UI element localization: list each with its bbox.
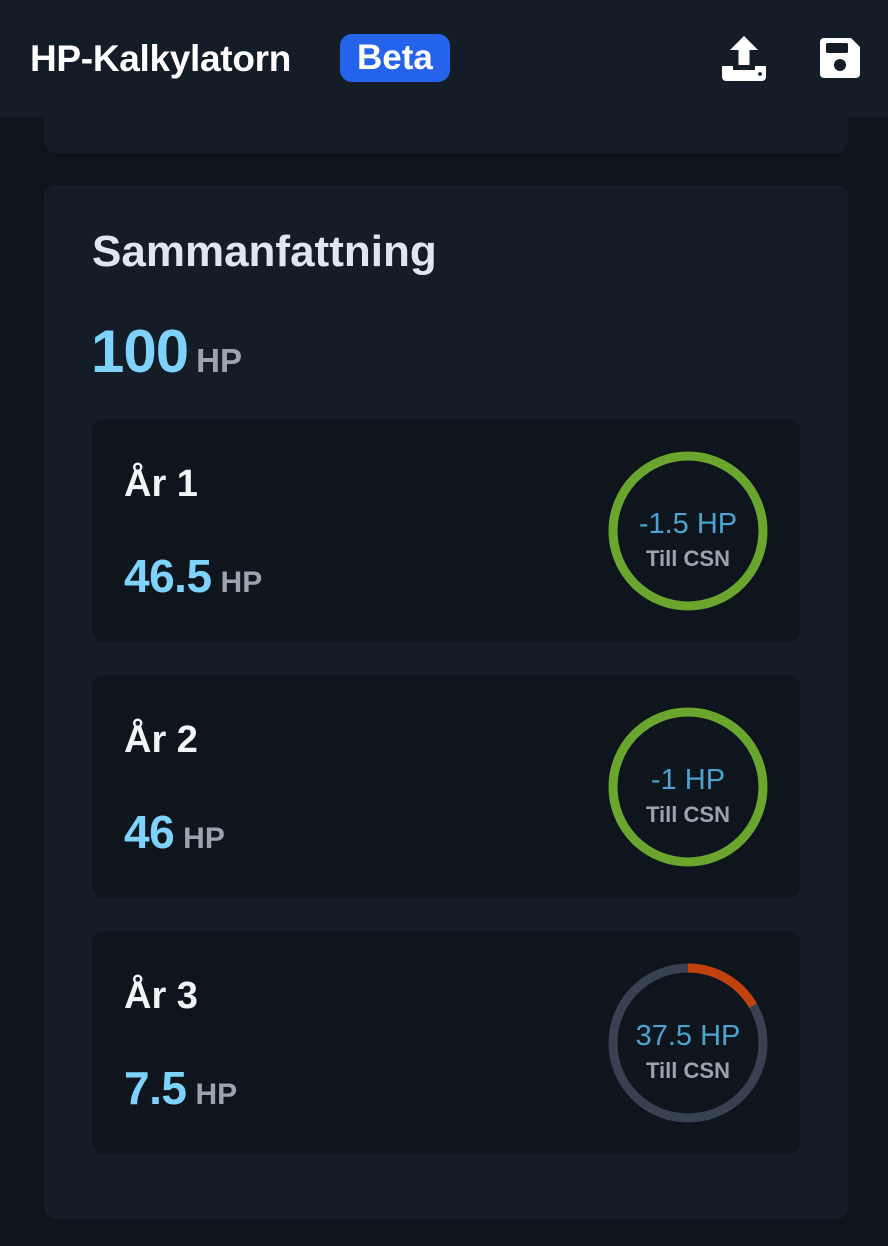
total-hp-value: 100 bbox=[91, 318, 189, 385]
total-hp: 100 HP bbox=[91, 317, 242, 386]
csn-gauge: -1 HP Till CSN bbox=[608, 707, 768, 867]
year-hp-value: 46.5 bbox=[124, 550, 212, 602]
gauge-value: -1.5 HP bbox=[638, 508, 738, 540]
year-title: År 2 bbox=[124, 719, 198, 761]
app-header: HP-Kalkylatorn Beta bbox=[0, 0, 888, 118]
year-hp: 7.5 HP bbox=[124, 1061, 237, 1115]
summary-card: Sammanfattning 100 HP År 1 46.5 HP -1.5 HP… bbox=[44, 185, 848, 1219]
csn-gauge: 37.5 HP Till CSN bbox=[608, 963, 768, 1123]
beta-badge: Beta bbox=[340, 34, 450, 82]
gauge-label: Till CSN bbox=[646, 1058, 730, 1083]
total-hp-unit: HP bbox=[196, 342, 242, 379]
upload-tray-icon bbox=[722, 36, 766, 81]
summary-title: Sammanfattning bbox=[92, 227, 437, 276]
gauge-value: -1 HP bbox=[650, 764, 726, 796]
year-hp: 46 HP bbox=[124, 805, 225, 859]
year-hp-value: 46 bbox=[124, 806, 175, 858]
year-hp-unit: HP bbox=[195, 1078, 238, 1111]
gauge-label: Till CSN bbox=[646, 802, 730, 827]
app-title: HP-Kalkylatorn bbox=[30, 38, 292, 79]
year-hp-unit: HP bbox=[183, 822, 225, 855]
gauge-label: Till CSN bbox=[646, 546, 730, 571]
year-hp: 46.5 HP bbox=[124, 549, 262, 603]
upload-button[interactable] bbox=[716, 30, 772, 86]
year-title: År 1 bbox=[124, 463, 198, 505]
year-hp-unit: HP bbox=[220, 566, 263, 599]
year-card-3: År 3 7.5 HP 37.5 HP Till CSN bbox=[92, 931, 800, 1154]
csn-gauge: -1.5 HP Till CSN bbox=[608, 451, 768, 611]
year-hp-value: 7.5 bbox=[124, 1062, 187, 1114]
floppy-disk-icon bbox=[820, 38, 860, 78]
year-title: År 3 bbox=[124, 975, 198, 1017]
save-button[interactable] bbox=[812, 30, 868, 86]
year-card-2: År 2 46 HP -1 HP Till CSN bbox=[92, 675, 800, 898]
year-card-1: År 1 46.5 HP -1.5 HP Till CSN bbox=[92, 419, 800, 642]
gauge-value: 37.5 HP bbox=[635, 1020, 741, 1052]
